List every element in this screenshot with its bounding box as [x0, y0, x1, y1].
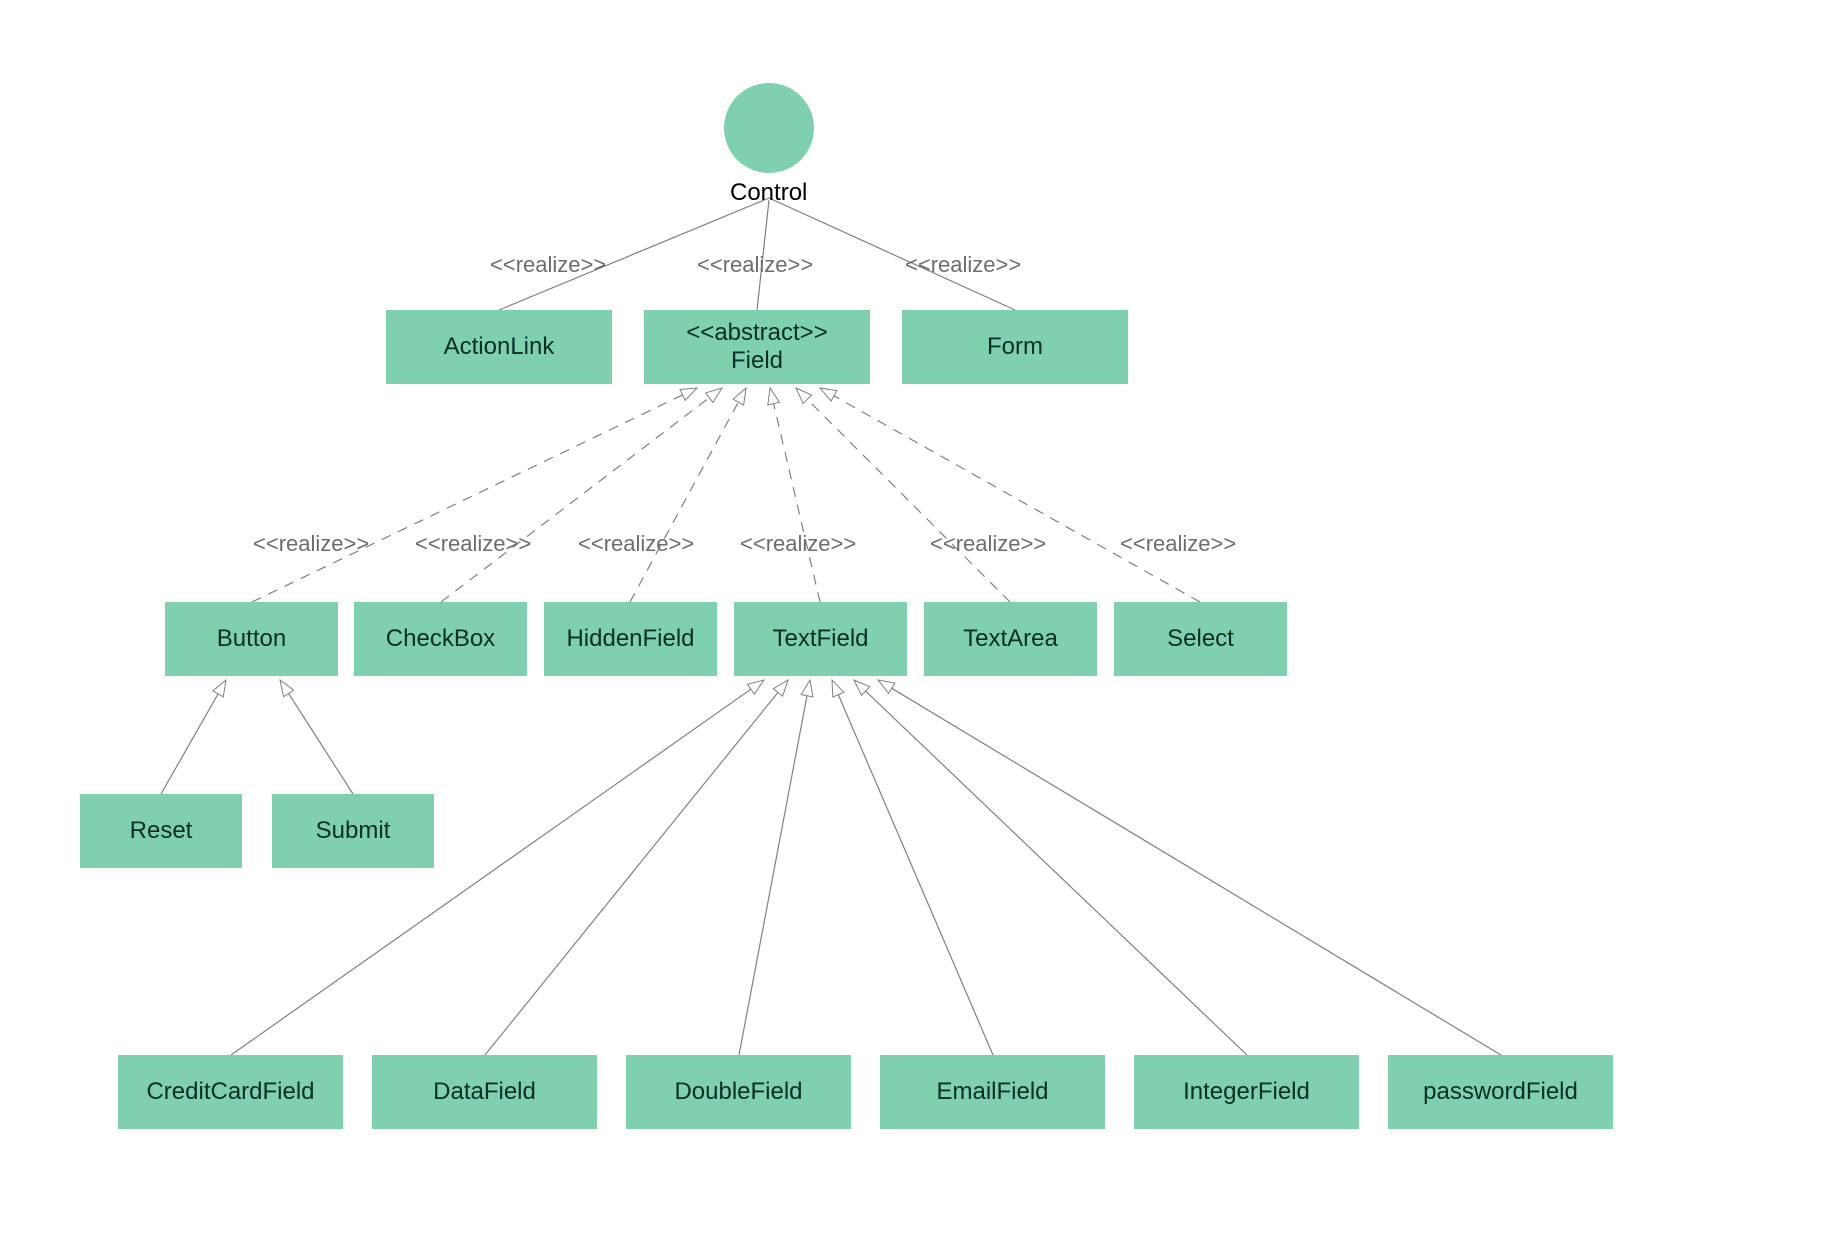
node-doublefield: DoubleField	[626, 1055, 851, 1129]
node-label: HiddenField	[566, 625, 694, 653]
node-select: Select	[1114, 602, 1287, 676]
edge-label-realize: <<realize>>	[740, 531, 856, 557]
node-textfield: TextField	[734, 602, 907, 676]
node-label: EmailField	[936, 1078, 1048, 1106]
node-submit: Submit	[272, 794, 434, 868]
edge-label-realize: <<realize>>	[578, 531, 694, 557]
diagram-canvas: Control ActionLink <<abstract>> Field Fo…	[0, 0, 1838, 1248]
edges-button-children	[161, 680, 353, 794]
node-label: TextField	[772, 625, 868, 653]
root-control-circle	[724, 83, 814, 173]
edge-label-realize: <<realize>>	[697, 252, 813, 278]
node-label: Reset	[130, 817, 193, 845]
root-control-label: Control	[730, 179, 807, 207]
edge-label-realize: <<realize>>	[253, 531, 369, 557]
node-hiddenfield: HiddenField	[544, 602, 717, 676]
node-form: Form	[902, 310, 1128, 384]
edge-label-realize: <<realize>>	[930, 531, 1046, 557]
node-stereotype: <<abstract>>	[686, 319, 827, 347]
node-label: Button	[217, 625, 286, 653]
node-actionlink: ActionLink	[386, 310, 612, 384]
node-label: ActionLink	[444, 333, 555, 361]
node-creditcardfield: CreditCardField	[118, 1055, 343, 1129]
node-label: passwordField	[1423, 1078, 1578, 1106]
edge-label-realize: <<realize>>	[1120, 531, 1236, 557]
node-integerfield: IntegerField	[1134, 1055, 1359, 1129]
node-label: CreditCardField	[146, 1078, 314, 1106]
node-emailfield: EmailField	[880, 1055, 1105, 1129]
node-label: DataField	[433, 1078, 536, 1106]
node-label: TextArea	[963, 625, 1058, 653]
edges-field-children	[252, 388, 1200, 602]
node-label: CheckBox	[386, 625, 495, 653]
node-textarea: TextArea	[924, 602, 1097, 676]
node-reset: Reset	[80, 794, 242, 868]
edge-label-realize: <<realize>>	[415, 531, 531, 557]
node-label: DoubleField	[674, 1078, 802, 1106]
node-label: Field	[731, 347, 783, 375]
node-label: Submit	[316, 817, 391, 845]
node-datafield: DataField	[372, 1055, 597, 1129]
edge-label-realize: <<realize>>	[905, 252, 1021, 278]
edge-label-realize: <<realize>>	[490, 252, 606, 278]
node-field: <<abstract>> Field	[644, 310, 870, 384]
node-label: Form	[987, 333, 1043, 361]
node-button: Button	[165, 602, 338, 676]
node-checkbox: CheckBox	[354, 602, 527, 676]
node-label: IntegerField	[1183, 1078, 1310, 1106]
node-label: Select	[1167, 625, 1234, 653]
node-passwordfield: passwordField	[1388, 1055, 1613, 1129]
